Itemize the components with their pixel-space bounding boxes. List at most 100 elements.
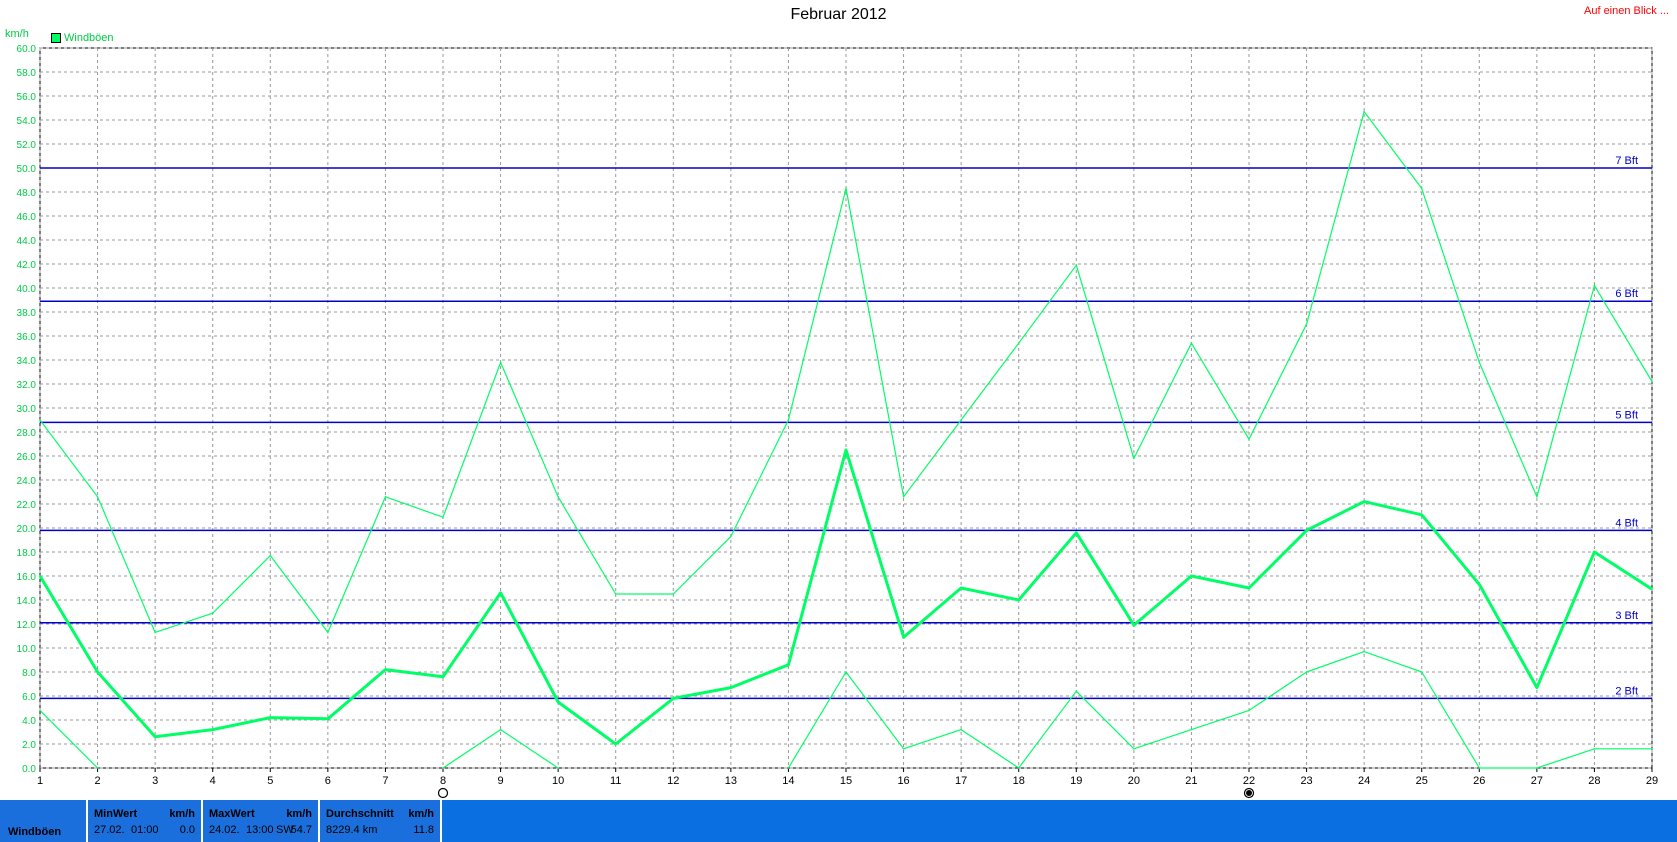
data-point-max <box>845 187 847 190</box>
data-point-min <box>1305 671 1308 673</box>
data-point-max <box>96 496 99 498</box>
data-point-max <box>960 419 962 421</box>
data-point-avg <box>1420 514 1423 516</box>
beaufort-label: 2 Bft <box>1615 685 1638 697</box>
summary-label-cell: Windböen <box>0 800 88 842</box>
data-point-max <box>154 631 156 634</box>
x-tick-label: 17 <box>955 775 967 787</box>
beaufort-label: 5 Bft <box>1615 409 1638 421</box>
beaufort-label: 3 Bft <box>1615 610 1638 622</box>
x-tick-label: 11 <box>610 775 621 787</box>
x-tick-label: 25 <box>1416 775 1428 787</box>
beaufort-label: 7 Bft <box>1615 155 1638 167</box>
data-point-max <box>1075 264 1078 267</box>
y-tick-label: 0.0 <box>22 764 36 775</box>
data-point-max <box>1651 380 1653 383</box>
data-point-min <box>1478 767 1481 769</box>
data-point-max <box>1248 438 1250 441</box>
min-value: 0.0 <box>179 824 195 836</box>
data-point-avg <box>1363 500 1365 503</box>
data-point-avg <box>1305 529 1308 532</box>
data-point-avg <box>39 575 41 577</box>
data-point-avg <box>614 743 617 745</box>
data-point-max <box>1420 187 1423 190</box>
data-point-max <box>442 516 444 518</box>
min-unit: km/h <box>169 808 195 820</box>
y-tick-label: 54.0 <box>17 116 37 127</box>
data-point-avg <box>787 664 790 666</box>
data-point-max <box>787 419 790 421</box>
data-point-avg <box>384 668 387 671</box>
x-tick-label: 20 <box>1128 775 1140 787</box>
y-tick-label: 52.0 <box>17 140 37 151</box>
data-point-avg <box>730 686 732 689</box>
data-point-avg <box>1651 588 1653 590</box>
data-point-avg <box>672 697 675 700</box>
x-tick-label: 2 <box>95 775 101 787</box>
data-point-max <box>1478 361 1481 364</box>
x-tick-label: 24 <box>1358 775 1370 787</box>
x-tick-label: 18 <box>1013 775 1025 787</box>
data-point-max <box>499 361 502 364</box>
data-point-avg <box>211 728 214 731</box>
data-point-min <box>557 767 559 769</box>
data-point-avg <box>1248 587 1250 589</box>
data-point-min <box>1363 650 1365 653</box>
x-tick-label: 16 <box>897 775 909 787</box>
x-tick-label: 1 <box>37 775 43 787</box>
data-point-avg <box>499 592 502 594</box>
data-point-max <box>327 631 329 634</box>
x-tick-label: 23 <box>1300 775 1312 787</box>
marker-fill <box>1246 790 1252 796</box>
y-tick-label: 40.0 <box>17 284 37 295</box>
max-header: MaxWert <box>209 808 255 820</box>
x-tick-label: 3 <box>152 775 158 787</box>
y-tick-label: 60.0 <box>17 44 37 55</box>
data-point-max <box>1305 323 1308 325</box>
y-tick-label: 50.0 <box>17 164 37 175</box>
data-point-avg <box>845 449 847 451</box>
y-tick-label: 16.0 <box>17 572 37 583</box>
data-point-max <box>1536 496 1538 498</box>
data-point-min <box>787 767 790 769</box>
data-point-min <box>499 728 502 731</box>
data-point-max <box>1017 342 1020 345</box>
data-point-max <box>902 496 905 498</box>
summary-min-cell: MinWert km/h 27.02. 01:00 0.0 <box>88 800 203 842</box>
y-tick-label: 18.0 <box>17 548 37 559</box>
data-point-min <box>845 671 847 673</box>
y-tick-label: 6.0 <box>22 692 36 703</box>
x-tick-label: 10 <box>552 775 564 787</box>
x-tick-label: 9 <box>498 775 504 787</box>
y-tick-label: 8.0 <box>22 668 36 679</box>
y-tick-label: 44.0 <box>17 236 37 247</box>
data-point-max <box>672 593 675 595</box>
avg-distance: 8229.4 km <box>326 824 378 836</box>
marker-outline <box>437 787 449 799</box>
data-point-min <box>1075 690 1078 692</box>
data-point-min <box>442 767 444 769</box>
y-tick-label: 42.0 <box>17 260 37 271</box>
data-point-avg <box>327 718 329 720</box>
summary-bar: Windböen MinWert km/h 27.02. 01:00 0.0 M… <box>0 800 1677 842</box>
avg-header: Durchschnitt <box>326 808 394 820</box>
chart: 0.0 2.0 4.0 6.0 8.0 10.0 12.0 14.0 16.0 18.0 20.0 2… <box>17 44 1658 799</box>
min-time: 01:00 <box>131 824 159 836</box>
data-point-max <box>1593 284 1596 287</box>
y-tick-label: 10.0 <box>17 644 37 655</box>
y-tick-label: 32.0 <box>17 380 37 391</box>
data-point-max <box>730 535 732 538</box>
min-header: MinWert <box>94 808 138 820</box>
x-tick-label: 14 <box>782 775 794 787</box>
data-point-max <box>557 496 559 498</box>
y-tick-label: 58.0 <box>17 68 37 79</box>
x-tick-label: 7 <box>382 775 388 787</box>
y-tick-label: 34.0 <box>17 356 37 367</box>
x-tick-label: 27 <box>1531 775 1543 787</box>
data-point-min <box>960 728 962 731</box>
data-point-avg <box>96 671 99 673</box>
x-tick-label: 21 <box>1185 775 1197 787</box>
x-tick-label: 22 <box>1243 775 1255 787</box>
x-tick-label: 19 <box>1070 775 1082 787</box>
data-point-max <box>211 612 214 614</box>
